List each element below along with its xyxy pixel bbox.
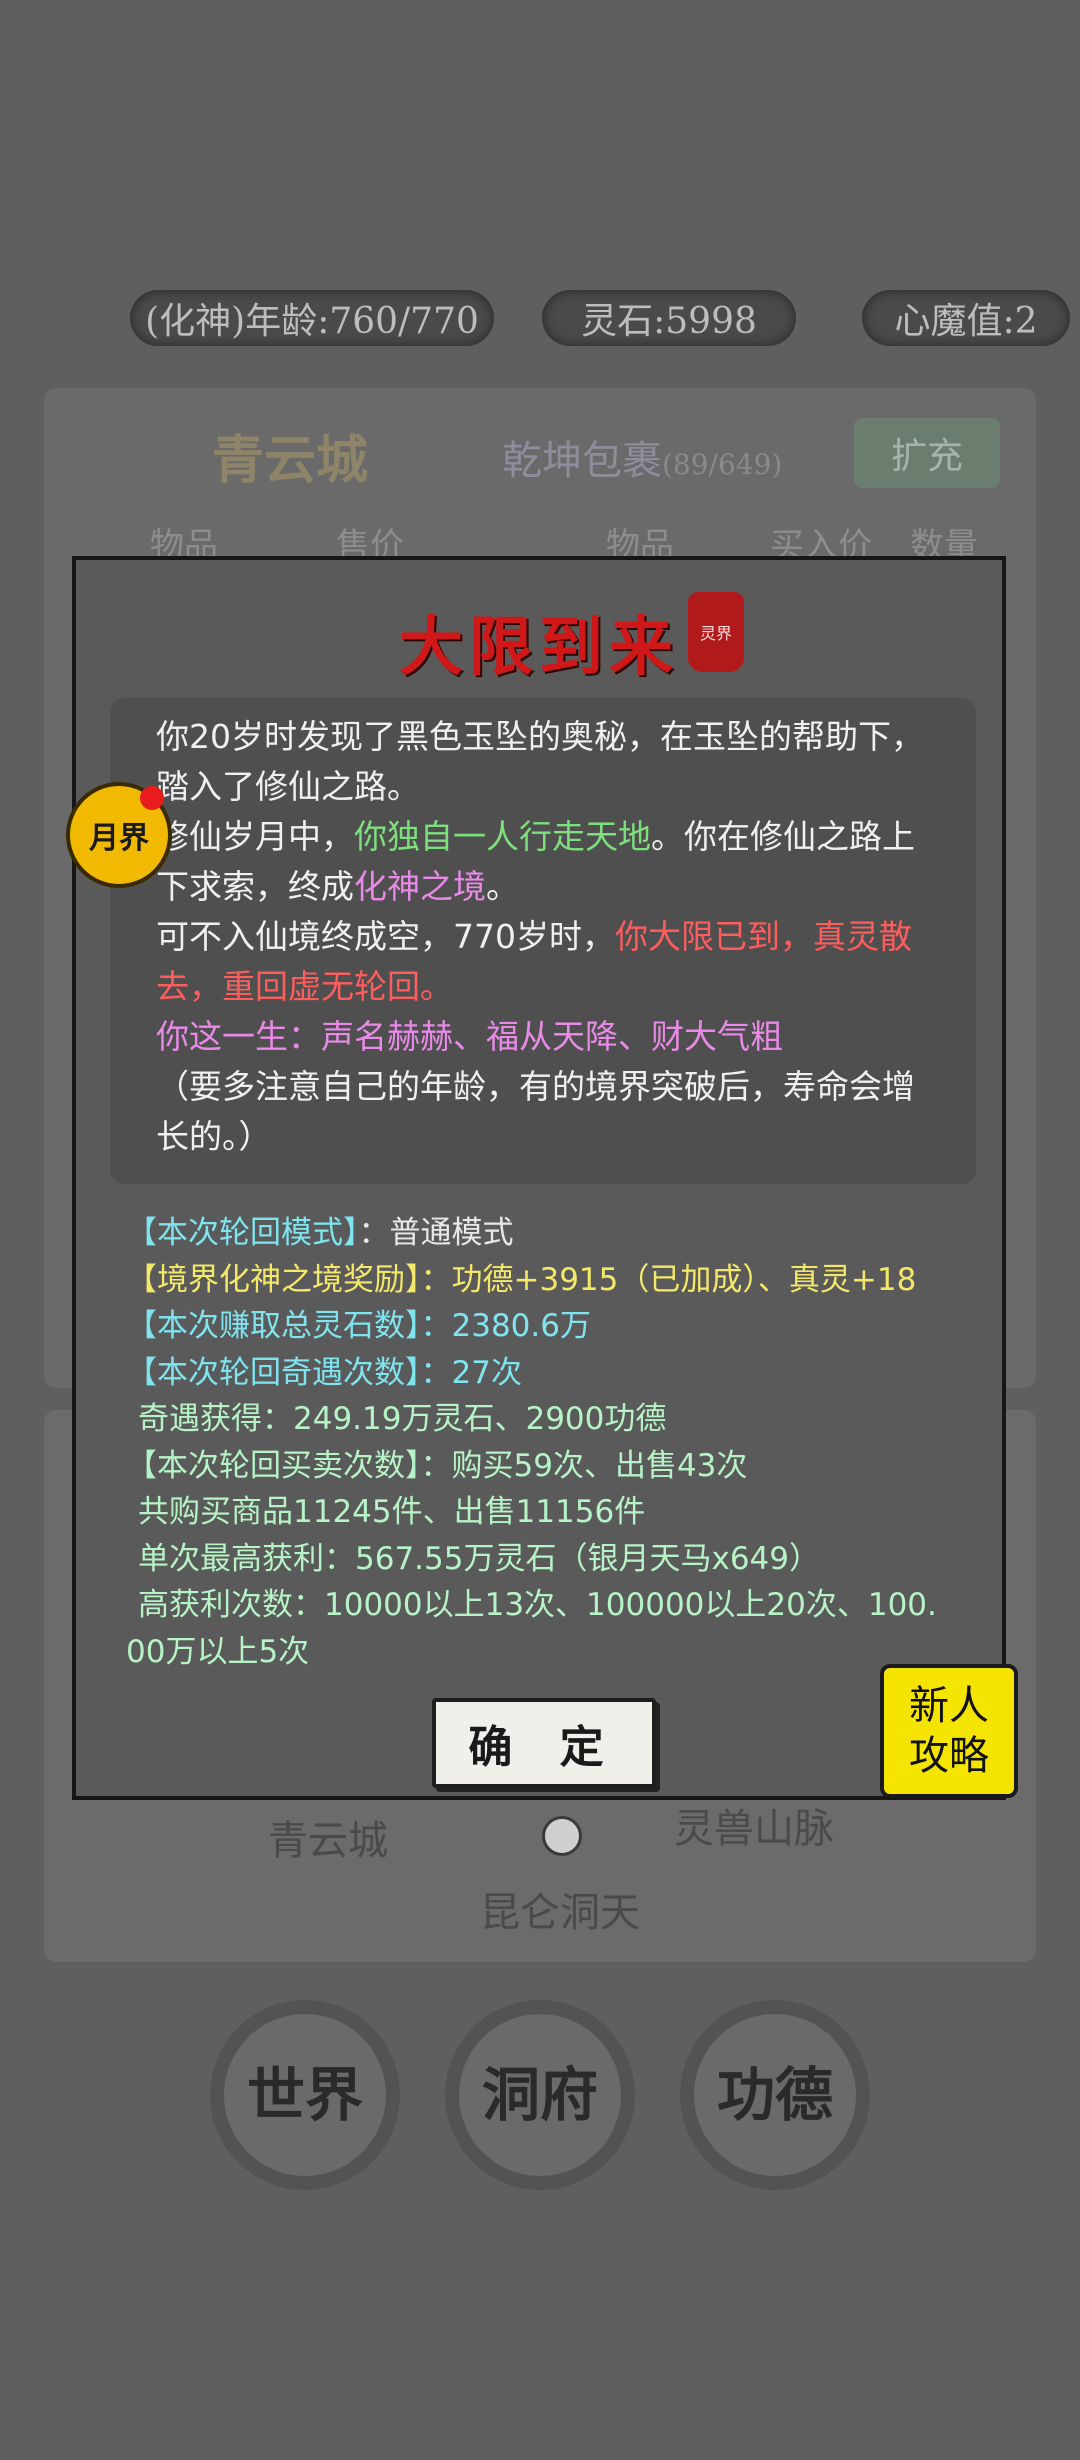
- expand-button[interactable]: 扩充: [854, 418, 1000, 488]
- stat-best-profit: 单次最高获利：567.55万灵石（银月天马x649）: [138, 1540, 820, 1577]
- dialog-title: 大限到来: [399, 610, 679, 685]
- nav-cave-label: 洞府: [481, 2061, 598, 2129]
- notification-dot: [140, 786, 164, 810]
- city-name: 青云城: [212, 430, 369, 491]
- age-status: (化神)年龄:760/770: [130, 290, 494, 346]
- story-line-4: 你这一生：声名赫赫、福从天降、财大气粗: [156, 1017, 783, 1056]
- story-line-3: 可不入仙境终成空，770岁时，你大限已到，真灵散去，重回虚无轮回。: [156, 917, 912, 1006]
- stat-high-profit: 高获利次数：10000以上13次、100000以上20次、100.: [138, 1587, 937, 1623]
- nav-cave-button[interactable]: 洞府: [445, 2000, 635, 2190]
- stat-mode: 【本次轮回模式】：普通模式: [126, 1215, 514, 1251]
- spirit-stone-status: 灵石:5998: [542, 290, 796, 346]
- newbie-guide-button[interactable]: 新人 攻略: [880, 1664, 1018, 1798]
- demon-value-status: 心魔值:2: [862, 290, 1070, 346]
- story-line-2: 修仙岁月中，你独自一人行走天地。你在修仙之路上下求索，终成化神之境。: [156, 817, 915, 906]
- bag-title-text: 乾坤包裹: [502, 438, 662, 484]
- stat-encounter-rewards: 奇遇获得：249.19万灵石、2900功德: [138, 1401, 667, 1437]
- map-marker[interactable]: [542, 1816, 582, 1856]
- stat-total-earned: 【本次赚取总灵石数】：2380.6万: [126, 1308, 591, 1344]
- stat-trades: 【本次轮回买卖次数】：购买59次、出售43次: [126, 1447, 748, 1484]
- stat-realm-reward: 【境界化神之境奖励】：功德+3915（已加成）、真灵+18: [126, 1261, 917, 1298]
- life-story: 你20岁时发现了黑色玉坠的奥秘，在玉坠的帮助下，踏入了修仙之路。 修仙岁月中，你…: [110, 698, 976, 1184]
- stat-high-profit-cont: 00万以上5次: [126, 1633, 310, 1670]
- nav-merit-button[interactable]: 功德: [680, 2000, 870, 2190]
- story-line-1: 你20岁时发现了黑色玉坠的奥秘，在玉坠的帮助下，踏入了修仙之路。: [156, 717, 924, 806]
- reincarnation-stats: 【本次轮回模式】：普通模式 【境界化神之境奖励】：功德+3915（已加成）、真灵…: [126, 1210, 986, 1675]
- guide-label: 新人 攻略: [909, 1683, 989, 1779]
- confirm-button[interactable]: 确 定: [432, 1698, 656, 1788]
- story-line-5: （要多注意自己的年龄，有的境界突破后，寿命会增长的。）: [156, 1067, 915, 1156]
- nav-world-button[interactable]: 世界: [210, 2000, 400, 2190]
- badge-label: 月界: [89, 821, 149, 856]
- nav-world-label: 世界: [246, 2061, 363, 2129]
- bag-title: 乾坤包裹(89/649): [502, 428, 782, 486]
- bag-count: (89/649): [662, 448, 783, 481]
- map-label-beast-mountain[interactable]: 灵兽山脉: [674, 1796, 834, 1854]
- map-label-kunlun[interactable]: 昆仑洞天: [480, 1880, 640, 1938]
- nav-merit-label: 功德: [716, 2061, 833, 2129]
- stat-encounters: 【本次轮回奇遇次数】：27次: [126, 1354, 522, 1391]
- map-label-qingyun[interactable]: 青云城: [268, 1808, 388, 1866]
- seal-stamp: 灵界: [688, 592, 744, 672]
- stat-trade-items: 共购买商品11245件、出售11156件: [138, 1494, 646, 1530]
- life-end-dialog: 大限到来 灵界 你20岁时发现了黑色玉坠的奥秘，在玉坠的帮助下，踏入了修仙之路。…: [72, 556, 1018, 1800]
